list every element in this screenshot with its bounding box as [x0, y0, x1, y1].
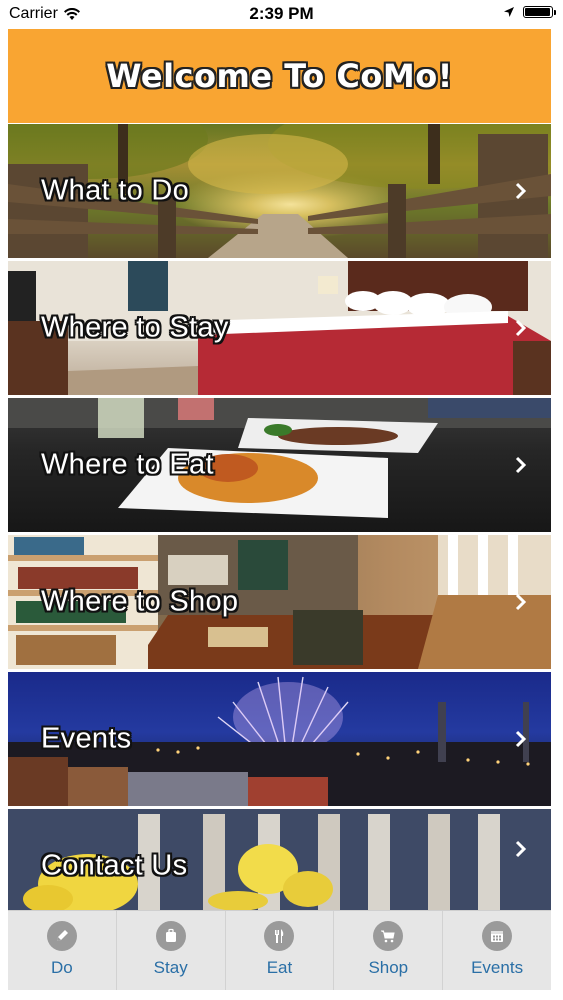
- suitcase-icon: [155, 921, 186, 951]
- menu-item-where-to-stay[interactable]: Where to Stay: [8, 261, 551, 395]
- tab-bar: Do Stay Eat Shop Events: [8, 910, 551, 990]
- menu-item-contact-us[interactable]: Contact Us: [8, 809, 551, 910]
- menu-item-label: What to Do: [41, 174, 190, 207]
- tab-label: Eat: [266, 958, 293, 977]
- battery-icon: [523, 6, 556, 18]
- tab-do[interactable]: Do: [8, 911, 117, 990]
- chevron-right-icon: [515, 456, 527, 474]
- location-arrow-icon: [504, 7, 514, 17]
- chevron-right-icon: [515, 182, 527, 200]
- tab-eat[interactable]: Eat: [226, 911, 335, 990]
- status-right: [503, 6, 556, 18]
- cart-icon: [373, 921, 404, 951]
- tab-label: Do: [51, 958, 73, 977]
- status-time: 2:39 PM: [249, 4, 314, 23]
- menu-item-label: Contact Us: [41, 849, 188, 882]
- menu-item-label: Where to Shop: [41, 585, 239, 618]
- menu-item-label: Where to Eat: [41, 448, 214, 481]
- chevron-right-icon: [515, 841, 527, 858]
- fork-knife-icon: [264, 921, 295, 951]
- tab-label: Stay: [153, 958, 188, 977]
- chevron-right-icon: [515, 593, 527, 611]
- tab-label: Shop: [368, 958, 409, 977]
- menu-item-events[interactable]: Events: [8, 672, 551, 806]
- tab-events[interactable]: Events: [443, 911, 551, 990]
- menu-item-what-to-do[interactable]: What to Do: [8, 124, 551, 258]
- menu-item-label: Events: [41, 722, 132, 755]
- tab-shop[interactable]: Shop: [334, 911, 444, 990]
- battery-fill: [525, 8, 550, 16]
- menu-item-where-to-eat[interactable]: Where to Eat: [8, 398, 551, 532]
- menu-item-where-to-shop[interactable]: Where to Shop: [8, 535, 551, 669]
- menu-item-label: Where to Stay: [41, 311, 229, 344]
- page-title: Welcome To CoMo!: [106, 57, 453, 95]
- tab-label: Events: [471, 958, 524, 977]
- chevron-right-icon: [515, 319, 527, 337]
- header-banner: Welcome To CoMo!: [8, 29, 551, 123]
- tab-stay[interactable]: Stay: [117, 911, 226, 990]
- chevron-right-icon: [515, 730, 527, 748]
- status-bar: Carrier 2:39 PM: [0, 0, 563, 28]
- calendar-icon: [482, 921, 513, 951]
- pencil-icon: [46, 921, 77, 951]
